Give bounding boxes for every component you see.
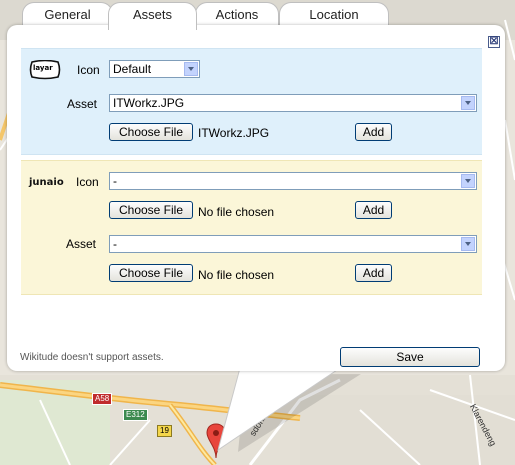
layar-choose-file-button[interactable]: Choose File: [109, 123, 193, 141]
junaio-section: junaio Icon - Choose File No file chosen…: [21, 160, 482, 295]
junaio-icon-choose-file-button[interactable]: Choose File: [109, 201, 193, 219]
junaio-asset-choose-file-button[interactable]: Choose File: [109, 264, 193, 282]
wikitude-note: Wikitude doesn't support assets.: [20, 352, 164, 363]
tab-assets[interactable]: Assets: [108, 2, 197, 30]
chevron-down-icon: [184, 62, 198, 76]
junaio-asset-add-button[interactable]: Add: [355, 264, 392, 282]
layar-asset-select[interactable]: ITWorkz.JPG: [109, 94, 477, 112]
layar-logo-text: layar: [33, 64, 53, 72]
close-icon[interactable]: ☒: [488, 36, 500, 48]
layar-icon-select-value: Default: [113, 62, 152, 76]
chevron-down-icon: [461, 237, 475, 251]
layar-icon-select[interactable]: Default: [109, 60, 200, 78]
tab-label: Assets: [132, 7, 172, 22]
junaio-icon-select-value: -: [113, 174, 117, 188]
chevron-down-icon: [461, 96, 475, 110]
junaio-asset-label: Asset: [66, 237, 97, 251]
junaio-logo: junaio: [29, 177, 64, 188]
save-button[interactable]: Save: [340, 347, 480, 367]
junaio-icon-file-status: No file chosen: [198, 205, 275, 219]
junaio-icon-select[interactable]: -: [109, 172, 477, 190]
layar-asset-select-value: ITWorkz.JPG: [113, 96, 185, 110]
junaio-asset-select-value: -: [113, 237, 117, 251]
junaio-asset-file-status: No file chosen: [198, 268, 275, 282]
chevron-down-icon: [461, 174, 475, 188]
layar-asset-label: Asset: [67, 97, 98, 111]
layar-chosen-file: ITWorkz.JPG: [198, 126, 270, 140]
junaio-icon-label: Icon: [76, 175, 99, 189]
layar-icon-label: Icon: [77, 63, 100, 77]
layar-section: layar Icon Default Asset ITWorkz.JPG Cho…: [21, 48, 482, 155]
junaio-asset-select[interactable]: -: [109, 235, 477, 253]
layar-add-button[interactable]: Add: [355, 123, 392, 141]
junaio-icon-add-button[interactable]: Add: [355, 201, 392, 219]
